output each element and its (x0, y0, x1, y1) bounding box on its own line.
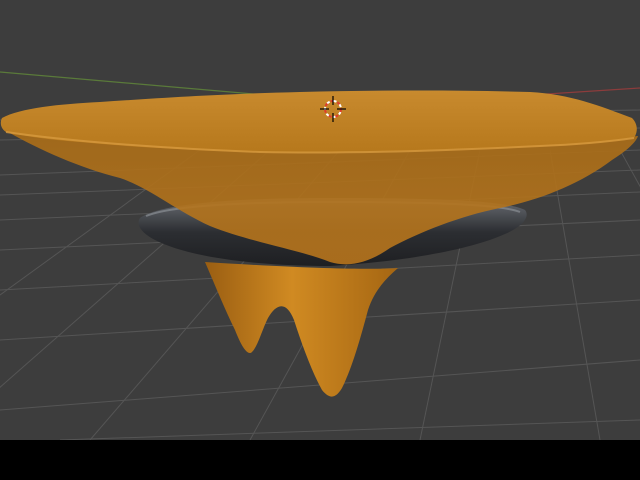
bottom-black-bar (0, 440, 640, 480)
3d-viewport[interactable] (0, 0, 640, 440)
selected-mesh-object[interactable] (0, 90, 638, 397)
viewport-scene (0, 71, 640, 440)
drip-column (205, 262, 398, 397)
application-window (0, 0, 640, 480)
3d-cursor-icon[interactable] (320, 96, 346, 122)
